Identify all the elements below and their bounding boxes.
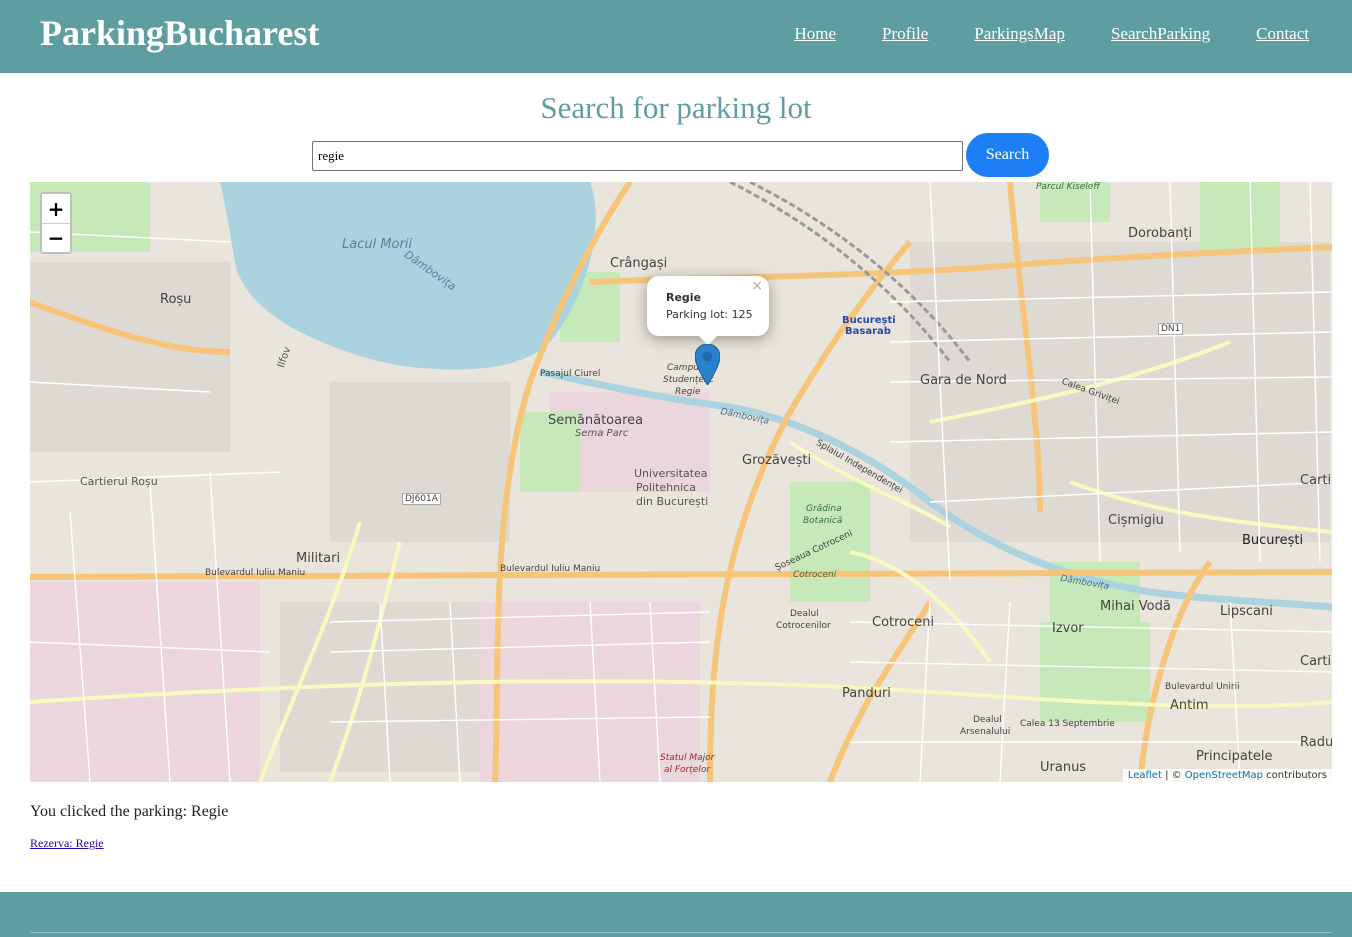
map-label-radu-voda: Radu Vo <box>1300 735 1332 750</box>
map-label-izvor: Izvor <box>1052 621 1084 636</box>
map-attribution: Leaflet | © OpenStreetMap contributors <box>1122 769 1332 782</box>
footer-divider <box>30 932 1332 933</box>
zoom-out-button[interactable]: − <box>42 223 70 252</box>
reserve-parking-link[interactable]: Rezerva: Regie <box>30 836 104 851</box>
map-label-sema-parc: Sema Parc <box>575 428 629 439</box>
map-label-dn1: DN1 <box>1158 323 1184 335</box>
map-label-universitatea: Universitatea <box>634 467 708 480</box>
site-header: ParkingBucharest Home Profile ParkingsMa… <box>0 0 1352 73</box>
attribution-suffix: contributors <box>1263 770 1327 781</box>
map-label-cartier-2: Cartier <box>1300 654 1332 669</box>
map-label-antim: Antim <box>1170 698 1209 713</box>
map-label-principatele: Principatele <box>1196 749 1273 764</box>
map-label-basarab-2: Basarab <box>845 326 891 337</box>
map-label-panduri: Panduri <box>842 686 891 701</box>
map-label-cartierul-rosu: Cartierul Roșu <box>80 475 158 488</box>
site-footer <box>0 892 1352 937</box>
map-label-uranus: Uranus <box>1040 760 1087 775</box>
map-label-basarab-1: București <box>842 315 896 326</box>
openstreetmap-link[interactable]: OpenStreetMap <box>1185 770 1263 781</box>
search-button[interactable]: Search <box>966 133 1049 177</box>
clicked-parking-text: You clicked the parking: Regie <box>30 803 229 820</box>
nav-home-link[interactable]: Home <box>794 24 836 44</box>
map-label-grozavesti: Grozăvești <box>742 453 812 468</box>
map-label-dealul-cotrocenilor-1: Dealul <box>790 609 819 619</box>
map[interactable]: Lacul Morii Dâmbovița Crângași Roșu Ilfo… <box>30 182 1332 782</box>
search-input[interactable] <box>312 141 963 171</box>
map-label-campus-3: Regie <box>675 387 701 397</box>
leaflet-link[interactable]: Leaflet <box>1128 770 1162 781</box>
map-label-bulevardul-unirii: Bulevardul Unirii <box>1165 682 1240 692</box>
map-label-dealul-arsenalului-2: Arsenalului <box>960 727 1011 737</box>
zoom-in-button[interactable]: + <box>42 194 70 223</box>
map-label-rosu: Roșu <box>160 292 192 307</box>
map-label-statul-major-1: Statul Major <box>660 753 715 763</box>
map-popup: × Regie Parking lot: 125 <box>647 276 769 345</box>
map-label-pasajul-ciurel: Pasajul Ciurel <box>540 369 601 379</box>
nav-parkings-map-link[interactable]: ParkingsMap <box>974 24 1065 44</box>
map-marker-icon[interactable] <box>695 344 720 385</box>
map-label-politehnica: Politehnica <box>636 481 696 494</box>
map-label-lake: Lacul Morii <box>342 237 413 252</box>
map-label-dealul-cotrocenilor-2: Cotrocenilor <box>776 621 831 631</box>
map-label-semanatoarea: Semănătoarea <box>548 413 644 428</box>
map-label-lipscani: Lipscani <box>1220 604 1273 619</box>
map-label-calea-13-septembrie: Calea 13 Septembrie <box>1020 719 1115 729</box>
map-label-militari: Militari <box>296 551 341 566</box>
map-label-mihai-voda: Mihai Vodă <box>1100 599 1171 614</box>
nav-contact-link[interactable]: Contact <box>1256 24 1309 44</box>
map-label-iuliu-maniu-1: Bulevardul Iuliu Maniu <box>205 568 306 578</box>
brand-logo[interactable]: ParkingBucharest <box>40 12 319 54</box>
attribution-separator: | © <box>1161 770 1185 781</box>
map-label-gara-de-nord: Gara de Nord <box>920 373 1007 388</box>
map-label-cartier-1: Cartier <box>1300 473 1332 488</box>
map-label-dj601a: DJ601A <box>402 493 441 505</box>
map-label-statul-major-2: al Forțelor <box>664 765 711 775</box>
map-label-iuliu-maniu-2: Bulevardul Iuliu Maniu <box>500 564 601 574</box>
page-title: Search for parking lot <box>540 90 812 125</box>
nav-search-parking-link[interactable]: SearchParking <box>1111 24 1210 44</box>
map-label-bucuresti: București <box>1242 533 1304 548</box>
map-label-cotroceni: Cotroceni <box>872 615 935 630</box>
main-nav: Home Profile ParkingsMap SearchParking C… <box>794 24 1309 44</box>
map-label-parcul-kiseleff: Parcul Kiseleff <box>1036 182 1100 192</box>
map-label-gradina-1: Grădina <box>806 504 842 514</box>
zoom-control: + − <box>40 192 72 254</box>
map-label-dealul-arsenalului-1: Dealul <box>973 715 1002 725</box>
close-icon[interactable]: × <box>751 278 763 294</box>
map-label-cotroceni-small: Cotroceni <box>793 570 837 580</box>
nav-profile-link[interactable]: Profile <box>882 24 928 44</box>
map-label-crangasi: Crângași <box>610 256 668 271</box>
map-label-dorobanti: Dorobanți <box>1128 226 1193 241</box>
map-label-gradina-2: Botanică <box>803 516 843 526</box>
map-label-cismigiu: Cișmigiu <box>1108 513 1164 528</box>
map-label-din-bucuresti: din București <box>636 495 709 508</box>
popup-text: Parking lot: 125 <box>666 308 753 321</box>
